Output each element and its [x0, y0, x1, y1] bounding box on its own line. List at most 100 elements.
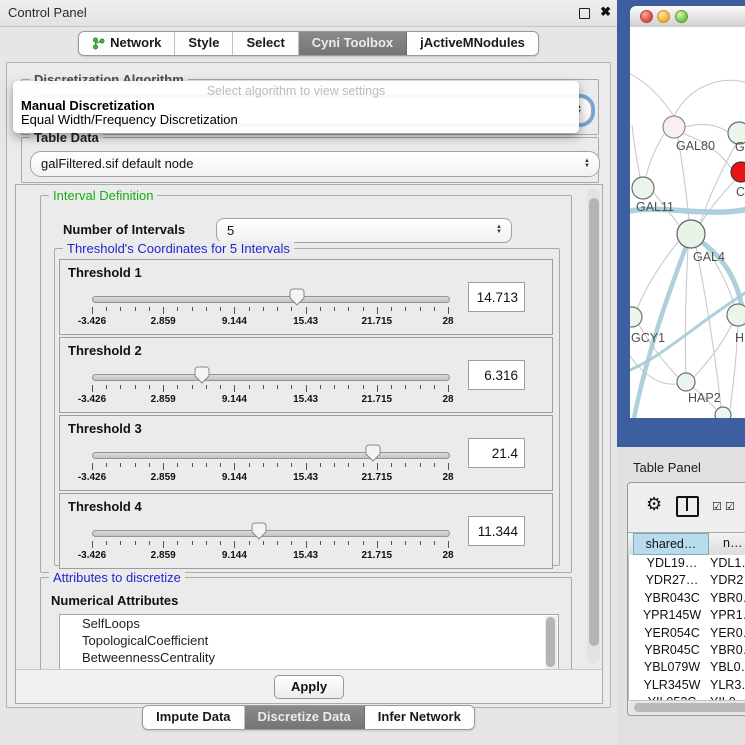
tab-jactivemnodules[interactable]: jActiveMNodules — [407, 32, 538, 55]
columns-icon[interactable] — [676, 496, 699, 517]
slider-thumb[interactable] — [289, 288, 305, 306]
slider-tick — [263, 541, 264, 545]
network-node-hap2[interactable] — [677, 373, 695, 391]
checkbox-icon[interactable]: ☑ — [725, 500, 735, 513]
popup-option-manual-discretization[interactable]: Manual Discretization — [21, 98, 155, 113]
network-node-c[interactable] — [731, 162, 745, 182]
table-row[interactable]: YBR045CYBR0… — [629, 642, 745, 659]
combo-stepper-icon[interactable]: ▲▼ — [496, 220, 502, 241]
table-row[interactable]: YER054CYER0… — [629, 625, 745, 642]
slider-tick — [234, 463, 235, 470]
tab-impute-data[interactable]: Impute Data — [143, 706, 244, 729]
table-row[interactable]: YLR345WYLR3… — [629, 677, 745, 694]
cell-shared-name[interactable]: YDR27… — [634, 572, 710, 589]
slider-tick-label: 28 — [423, 550, 473, 561]
network-view-window: GAL80GCGAL11GAL4HGCY1HAP2 — [617, 0, 745, 447]
network-node-label: C — [736, 185, 745, 199]
tab-cyni-toolbox[interactable]: Cyni Toolbox — [299, 32, 407, 55]
threshold-value-field[interactable]: 6.316 — [468, 360, 525, 390]
slider-tick — [177, 463, 178, 467]
slider-tick — [391, 541, 392, 545]
network-icon — [92, 37, 105, 50]
slider-track[interactable] — [92, 296, 450, 303]
slider-tick — [391, 463, 392, 467]
cell-name[interactable]: YPR1… — [710, 607, 745, 624]
cell-name[interactable]: YBR0… — [710, 590, 745, 607]
slider-thumb[interactable] — [365, 444, 381, 462]
cell-name[interactable]: YLR3… — [710, 677, 745, 694]
network-node-h[interactable] — [727, 304, 745, 326]
combo-stepper-icon[interactable]: ▲▼ — [584, 153, 590, 175]
table-row[interactable]: YDL19…YDL1… — [629, 555, 745, 572]
slider-tick-label: 15.43 — [281, 472, 331, 483]
tab-infer-network[interactable]: Infer Network — [365, 706, 474, 729]
threshold-value-field[interactable]: 14.713 — [468, 282, 525, 312]
tab-select[interactable]: Select — [233, 32, 298, 55]
table-row[interactable]: YDR27…YDR2… — [629, 572, 745, 589]
apply-button[interactable]: Apply — [274, 675, 344, 699]
cell-shared-name[interactable]: YLR345W — [634, 677, 710, 694]
cell-name[interactable]: YDL1… — [710, 555, 745, 572]
gear-icon[interactable]: ⚙ — [646, 494, 662, 514]
cell-name[interactable]: YBR0… — [710, 642, 745, 659]
network-node-label: GAL4 — [693, 250, 725, 264]
number-of-intervals-combobox[interactable]: 5 ▲▼ — [216, 218, 512, 243]
cell-shared-name[interactable]: YER054C — [634, 625, 710, 642]
float-window-icon[interactable] — [579, 8, 590, 19]
list-item-topologicalcoefficient[interactable]: TopologicalCoefficient — [60, 632, 558, 649]
list-item-selfloops[interactable]: SelfLoops — [60, 615, 558, 632]
popup-option-equal-width-frequency[interactable]: Equal Width/Frequency Discretization — [21, 112, 238, 127]
control-panel-title: Control Panel — [8, 5, 87, 20]
threshold-value-field[interactable]: 11.344 — [468, 516, 525, 546]
slider-tick-label: 2.859 — [138, 550, 188, 561]
zoom-traffic-light-icon[interactable] — [675, 10, 688, 23]
slider-track[interactable] — [92, 530, 450, 537]
tab-discretize-data[interactable]: Discretize Data — [245, 706, 365, 729]
table-data-combobox[interactable]: galFiltered.sif default node ▲▼ — [30, 151, 600, 177]
slider-thumb[interactable] — [251, 522, 267, 540]
interval-definition-group: Interval Definition Number of Intervals … — [40, 195, 572, 573]
attributes-list-scrollbar[interactable] — [545, 616, 557, 669]
table-row[interactable]: YBR043CYBR0… — [629, 590, 745, 607]
cell-name[interactable]: YBL0… — [710, 659, 745, 676]
minimize-traffic-light-icon[interactable] — [657, 10, 670, 23]
network-node-gcy1[interactable] — [630, 307, 642, 327]
checkbox-icon[interactable]: ☑ — [712, 500, 722, 513]
network-node-gal4[interactable] — [677, 220, 705, 248]
table-row[interactable]: YPR145WYPR1… — [629, 607, 745, 624]
table-row[interactable]: YBL079WYBL0… — [629, 659, 745, 676]
number-of-intervals-label: Number of Intervals — [63, 222, 185, 237]
network-window-titlebar[interactable] — [630, 6, 745, 28]
slider-tick — [120, 463, 121, 467]
slider-tick — [334, 385, 335, 389]
slider-tick — [135, 385, 136, 389]
table-horizontal-scrollbar[interactable] — [629, 700, 745, 714]
cell-shared-name[interactable]: YBR045C — [634, 642, 710, 659]
settings-vertical-scrollbar[interactable] — [587, 188, 600, 664]
close-traffic-light-icon[interactable] — [640, 10, 653, 23]
close-icon[interactable]: ✖ — [600, 4, 611, 20]
network-node-label: G — [735, 140, 745, 154]
cell-shared-name[interactable]: YPR145W — [634, 607, 710, 624]
cell-shared-name[interactable]: YBR043C — [634, 590, 710, 607]
cell-shared-name[interactable]: YBL079W — [634, 659, 710, 676]
tab-style[interactable]: Style — [175, 32, 233, 55]
network-node[interactable] — [715, 407, 731, 418]
slider-track[interactable] — [92, 452, 450, 459]
slider-tick — [92, 541, 93, 548]
column-header-shared-name[interactable]: shared… — [633, 533, 709, 555]
network-node-gal11[interactable] — [632, 177, 654, 199]
list-item-betweennesscentrality[interactable]: BetweennessCentrality — [60, 649, 558, 666]
column-header-name[interactable]: n… — [709, 533, 742, 555]
slider-track[interactable] — [92, 374, 450, 381]
tab-network[interactable]: Network — [79, 32, 175, 55]
cell-name[interactable]: YDR2… — [710, 572, 745, 589]
slider-tick — [234, 541, 235, 548]
network-node-gal80[interactable] — [663, 116, 685, 138]
network-canvas[interactable]: GAL80GCGAL11GAL4HGCY1HAP2 — [630, 27, 745, 418]
cell-name[interactable]: YER0… — [710, 625, 745, 642]
cell-shared-name[interactable]: YDL19… — [634, 555, 710, 572]
slider-tick-label: 9.144 — [209, 394, 259, 405]
slider-thumb[interactable] — [194, 366, 210, 384]
threshold-value-field[interactable]: 21.4 — [468, 438, 525, 468]
